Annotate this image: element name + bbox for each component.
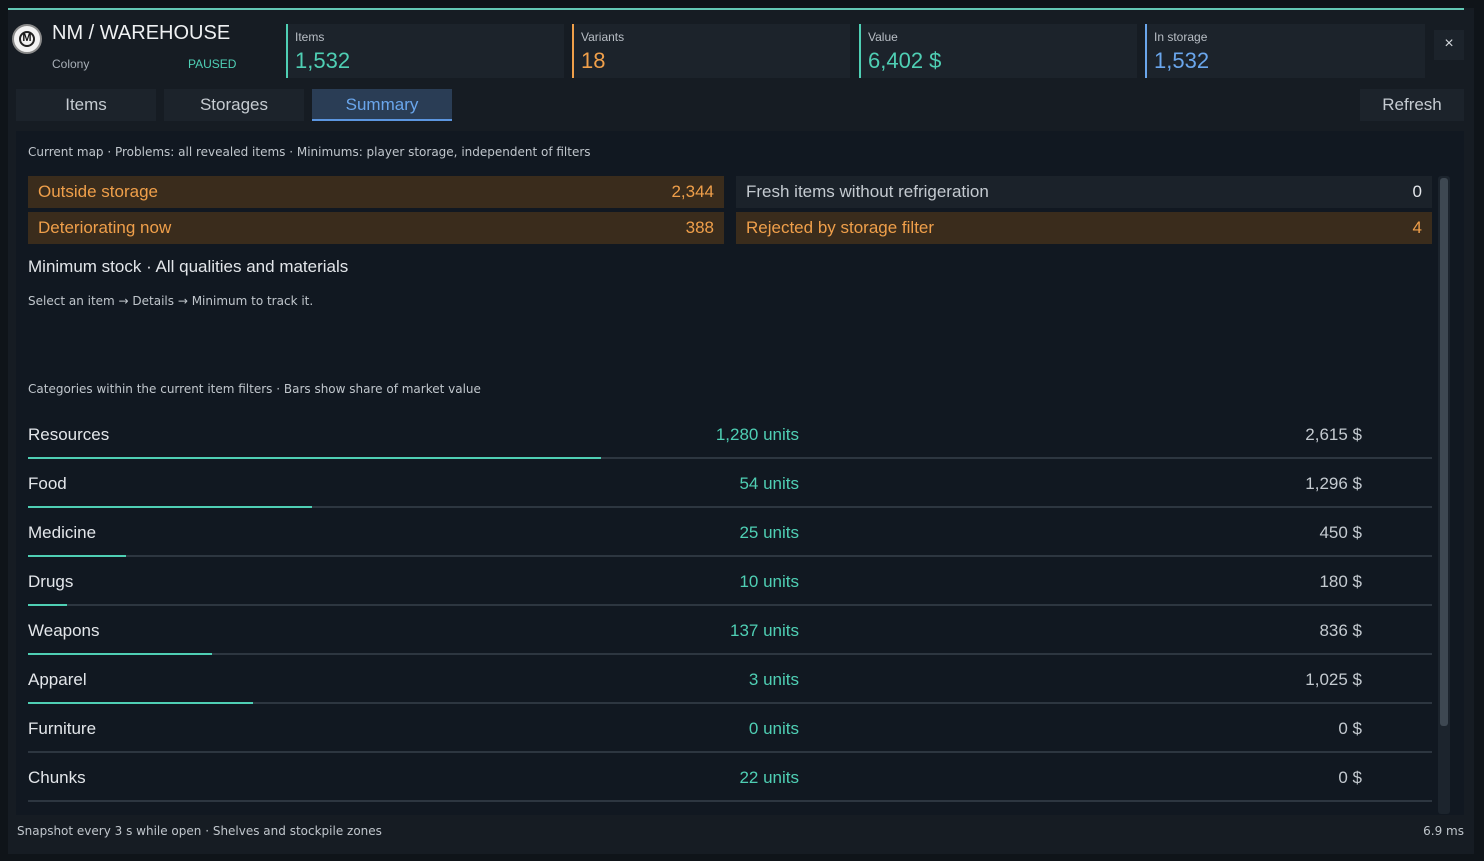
- close-button[interactable]: ×: [1434, 30, 1464, 60]
- category-value: 180 $: [1319, 572, 1362, 591]
- category-name: Drugs: [28, 572, 74, 591]
- stat-label: Value: [868, 30, 898, 44]
- stat-label: In storage: [1154, 30, 1208, 44]
- category-row[interactable]: Weapons 137 units 836 $: [28, 607, 1432, 656]
- stat-value: 1,532: [1154, 48, 1210, 73]
- alert-count: 388: [685, 218, 714, 237]
- category-share-bar: [28, 604, 67, 606]
- alert-label: Fresh items without refrigeration: [746, 182, 989, 201]
- category-share-track: [28, 604, 1432, 606]
- alert-outside-storage[interactable]: Outside storage 2,344: [28, 176, 724, 208]
- alert-label: Outside storage: [38, 182, 159, 201]
- category-units: 22 units: [739, 768, 799, 787]
- scope-note: Current map · Problems: all revealed ite…: [28, 145, 591, 159]
- category-value: 2,615 $: [1305, 425, 1362, 444]
- category-units: 1,280 units: [715, 425, 799, 444]
- alert-rejected-by-filter[interactable]: Rejected by storage filter 4: [736, 212, 1432, 244]
- category-row[interactable]: Furniture 0 units 0 $: [28, 705, 1432, 754]
- category-units: 10 units: [739, 572, 799, 591]
- stat-value: 6,402 $: [868, 48, 942, 73]
- stat-accent-bar: [286, 24, 288, 78]
- category-row[interactable]: Medicine 25 units 450 $: [28, 509, 1432, 558]
- category-share-track: [28, 751, 1432, 753]
- categories-note: Categories within the current item filte…: [28, 382, 481, 396]
- stat-value: 1,532: [295, 48, 351, 73]
- category-units: 25 units: [739, 523, 799, 542]
- category-name: Medicine: [28, 523, 97, 542]
- footer-status: Snapshot every 3 s while open · Shelves …: [17, 824, 382, 838]
- summary-panel: Current map · Problems: all revealed ite…: [16, 131, 1464, 815]
- category-share-bar: [28, 702, 253, 704]
- stat-accent-bar: [859, 24, 861, 78]
- status-badge: PAUSED: [188, 57, 237, 71]
- header: M NM / WAREHOUSE Colony PAUSED Items 1,5…: [8, 16, 1464, 86]
- category-value: 0 $: [1338, 768, 1362, 787]
- category-name: Apparel: [28, 670, 87, 689]
- colony-logo-icon: M: [12, 24, 42, 54]
- category-value: 1,025 $: [1305, 670, 1362, 689]
- stat-label: Variants: [581, 30, 625, 44]
- scrollbar[interactable]: [1438, 176, 1450, 814]
- category-name: Food: [28, 474, 67, 493]
- category-name: Furniture: [28, 719, 97, 738]
- scrollbar-thumb[interactable]: [1440, 178, 1448, 726]
- stat-label: Items: [295, 30, 325, 44]
- stat-card-value: Value 6,402 $: [859, 24, 1137, 78]
- category-name: Weapons: [28, 621, 100, 640]
- category-share-track: [28, 800, 1432, 802]
- category-units: 0 units: [748, 719, 799, 738]
- category-value: 1,296 $: [1305, 474, 1362, 493]
- stat-card-variants: Variants 18: [572, 24, 850, 78]
- alert-deteriorating-now[interactable]: Deteriorating now 388: [28, 212, 724, 244]
- category-row[interactable]: Apparel 3 units 1,025 $: [28, 656, 1432, 705]
- category-share-track: [28, 653, 1432, 655]
- minimum-stock-hint: Select an item → Details → Minimum to tr…: [28, 294, 314, 308]
- alert-count: 2,344: [671, 182, 714, 201]
- stat-accent-bar: [1145, 24, 1147, 78]
- tab-storages[interactable]: Storages: [164, 89, 304, 121]
- category-share-bar: [28, 653, 212, 655]
- category-name: Chunks: [28, 768, 86, 787]
- alert-fresh-without-refrigeration[interactable]: Fresh items without refrigeration 0: [736, 176, 1432, 208]
- alert-label: Rejected by storage filter: [746, 218, 935, 237]
- close-icon: ×: [1444, 35, 1454, 52]
- alert-count: 0: [1412, 182, 1422, 201]
- category-units: 137 units: [730, 621, 799, 640]
- category-units: 54 units: [739, 474, 799, 493]
- refresh-button[interactable]: Refresh: [1360, 89, 1464, 121]
- alert-label: Deteriorating now: [38, 218, 172, 237]
- tab-bar: Items Storages Summary Refresh: [16, 89, 1464, 121]
- tab-items[interactable]: Items: [16, 89, 156, 121]
- category-row[interactable]: Food 54 units 1,296 $: [28, 460, 1432, 509]
- category-row[interactable]: Drugs 10 units 180 $: [28, 558, 1432, 607]
- window-accent-line: [8, 8, 1464, 10]
- category-share-bar: [28, 506, 312, 508]
- minimum-stock-heading: Minimum stock · All qualities and materi…: [28, 257, 349, 276]
- category-value: 450 $: [1319, 523, 1362, 542]
- category-share-bar: [28, 555, 126, 557]
- stat-card-items: Items 1,532: [286, 24, 564, 78]
- stat-card-in-storage: In storage 1,532: [1145, 24, 1425, 78]
- category-units: 3 units: [748, 670, 799, 689]
- colony-label: Colony: [52, 57, 90, 71]
- category-name: Resources: [28, 425, 110, 444]
- stat-accent-bar: [572, 24, 574, 78]
- category-row[interactable]: Chunks 22 units 0 $: [28, 754, 1432, 803]
- category-share-track: [28, 555, 1432, 557]
- stat-value: 18: [581, 48, 606, 73]
- alert-count: 4: [1412, 218, 1422, 237]
- category-row[interactable]: Corpses1 units0 $: [28, 803, 1432, 815]
- footer-timing: 6.9 ms: [1423, 824, 1464, 838]
- category-value: 0 $: [1338, 719, 1362, 738]
- category-value: 836 $: [1319, 621, 1362, 640]
- category-row[interactable]: Resources 1,280 units 2,615 $: [28, 411, 1432, 460]
- tab-summary[interactable]: Summary: [312, 89, 452, 121]
- window-title: NM / WAREHOUSE: [52, 22, 231, 44]
- category-share-bar: [28, 457, 601, 459]
